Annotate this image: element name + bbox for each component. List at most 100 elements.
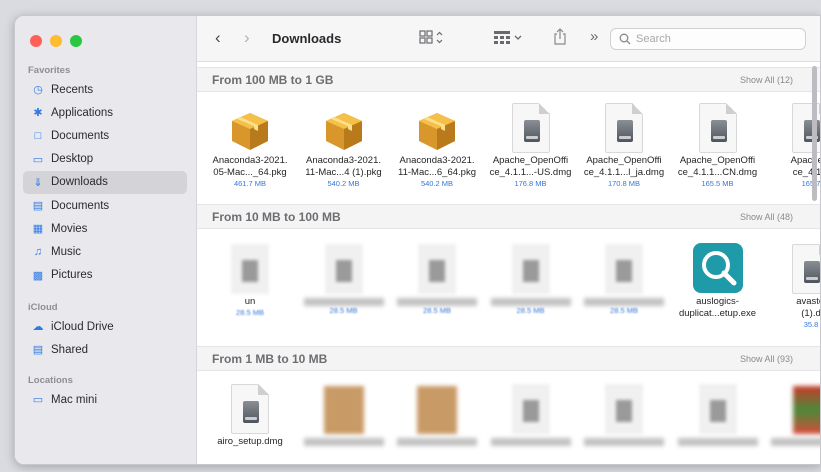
file-name-line-2: duplicat...etup.exe (678, 308, 757, 319)
file-name: auslogics- (696, 296, 739, 307)
search-icon (619, 33, 631, 45)
sidebar-item-label: Pictures (51, 269, 93, 282)
sidebar-item-pictures[interactable]: ▩ Pictures (23, 264, 187, 287)
file-item[interactable]: avastcl(1).d35.8 (764, 238, 820, 330)
sidebar-item-label: Downloads (51, 176, 108, 189)
file-icon (577, 238, 671, 294)
file-name: Apache_OpenOffi (586, 155, 662, 166)
sidebar-item-label: Shared (51, 343, 89, 356)
disk-image-icon (484, 97, 578, 153)
forward-button[interactable]: › (244, 28, 250, 48)
file-size: 461.7 MB (233, 179, 267, 188)
search-field[interactable] (610, 28, 806, 50)
sidebar-item-label: Documents (51, 129, 110, 142)
show-all-button[interactable]: Show All (48) (740, 212, 793, 222)
more-toolbar-button[interactable]: » (590, 28, 598, 45)
group-header: From 100 MB to 1 GB Show All (12) (197, 67, 820, 92)
file-size: 35.8 (803, 320, 819, 329)
file-item[interactable]: Apache_OpenOffi ce_4.1.1...l_ja.dmg 170.8 … (577, 97, 671, 189)
file-size: 28.5 MB (610, 306, 638, 315)
sidebar-item-label: Movies (51, 222, 88, 235)
file-item[interactable]: Anaconda3-2021. 05-Mac..._64.pkg 461.7 MB (203, 97, 297, 189)
file-name-line-2: 11-Mac...4 (1).pkg (305, 167, 382, 178)
file-item[interactable]: Anaconda3-2021. 11-Mac...4 (1).pkg 540.2 M… (297, 97, 391, 189)
file-size: 28.5 MB (423, 306, 451, 315)
file-icon (297, 238, 391, 294)
sidebar-item-mac-mini[interactable]: ▭ Mac mini (23, 388, 187, 411)
file-item[interactable]: Apache_OpenOffi ce_4.1.1...-US.dmg 176.8 M… (484, 97, 578, 189)
file-name: Anaconda3-2021. (305, 155, 381, 166)
file-item[interactable]: 28.5 MB (297, 238, 391, 316)
file-icon (484, 378, 578, 434)
sidebar-item-recents[interactable]: ◷ Recents (23, 78, 187, 101)
sidebar-item-downloads[interactable]: ⇓ Downloads (23, 170, 187, 194)
file-item[interactable]: 28.5 MB (577, 238, 671, 316)
share-button[interactable] (552, 28, 568, 49)
app-installer-icon (671, 238, 765, 294)
sidebar-item-music[interactable]: ♫ Music (23, 240, 187, 263)
disk-image-icon (577, 97, 671, 153)
file-item[interactable] (764, 378, 820, 446)
clock-icon: ◷ (33, 84, 43, 96)
file-item[interactable]: 28.5 MB (484, 238, 578, 316)
file-item[interactable] (390, 378, 484, 446)
vertical-scrollbar[interactable] (812, 66, 817, 201)
sidebar-item-documents[interactable]: □ Documents (23, 124, 187, 147)
back-button[interactable]: ‹ (215, 28, 221, 48)
file-icon (390, 238, 484, 294)
file-name: avastcl (796, 296, 820, 307)
sidebar-item-shared[interactable]: ▤ Shared (23, 338, 187, 361)
close-window-button[interactable] (30, 35, 42, 47)
file-size: 170.8 MB (607, 179, 641, 188)
file-name-redacted (397, 298, 477, 306)
file-size: 28.5 MB (329, 306, 358, 315)
file-name-redacted (303, 298, 384, 306)
file-item[interactable] (577, 378, 671, 446)
file-item[interactable]: auslogics-duplicat...etup.exe (671, 238, 765, 320)
file-item[interactable]: Apache_OpenOffi ce_4.1.1...CN.dmg 165.5 MB (671, 97, 765, 189)
sidebar-item-label: Mac mini (51, 393, 98, 406)
file-name-redacted (584, 438, 664, 446)
view-mode-button[interactable] (419, 30, 445, 49)
sidebar: Favorites ◷ Recents ✱ Applications □ Document… (15, 16, 197, 464)
file-item[interactable] (297, 378, 391, 446)
file-icon (577, 378, 671, 434)
sidebar-item-desktop[interactable]: ▭ Desktop (23, 148, 187, 171)
finder-window: Favorites ◷ Recents ✱ Applications □ Document… (14, 15, 821, 465)
show-all-button[interactable]: Show All (12) (740, 75, 793, 85)
sidebar-item-documents[interactable]: ▤ Documents (23, 194, 187, 217)
file-icon (203, 238, 297, 294)
file-item[interactable]: Anaconda3-2021. 11-Mac...6_64.pkg 540.2 MB (390, 97, 484, 189)
file-name: un (244, 296, 256, 307)
minimize-window-button[interactable] (50, 35, 62, 47)
file-item[interactable]: un 28.5 MB (203, 238, 297, 318)
zoom-window-button[interactable] (70, 35, 82, 47)
show-all-button[interactable]: Show All (93) (740, 354, 793, 364)
package-icon (297, 378, 391, 434)
file-item[interactable]: airo_setup.dmg (203, 378, 297, 448)
file-name-line-2: 11-Mac...6_64.pkg (398, 167, 476, 178)
file-name-redacted (584, 298, 664, 306)
file-icon (671, 378, 765, 434)
file-item[interactable]: 28.5 MB (390, 238, 484, 316)
applications-icon: ✱ (33, 107, 43, 120)
group-by-button[interactable] (493, 30, 525, 49)
sidebar-item-icloud-drive[interactable]: ☁ iCloud Drive (23, 315, 187, 338)
file-item[interactable] (671, 378, 765, 446)
icloud-section-label: iCloud (28, 302, 58, 313)
file-name: Anaconda3-2021. (212, 155, 288, 166)
file-name: Anaconda3-2021. (399, 155, 475, 166)
sidebar-item-applications[interactable]: ✱ Applications (23, 101, 187, 124)
file-size: 165.5 MB (701, 179, 734, 188)
search-input[interactable] (636, 33, 796, 45)
disk-image-icon (764, 238, 820, 294)
music-note-icon: ♫ (33, 245, 43, 258)
file-item[interactable] (484, 378, 578, 446)
icon-view-icon (419, 30, 443, 44)
group-title: From 1 MB to 10 MB (212, 352, 328, 366)
file-size: 176.8 MB (514, 179, 547, 188)
group-header: From 10 MB to 100 MB Show All (48) (197, 204, 820, 229)
sidebar-item-movies[interactable]: ▦ Movies (23, 217, 187, 240)
package-icon (203, 97, 297, 153)
sidebar-item-label: Documents (51, 199, 110, 212)
